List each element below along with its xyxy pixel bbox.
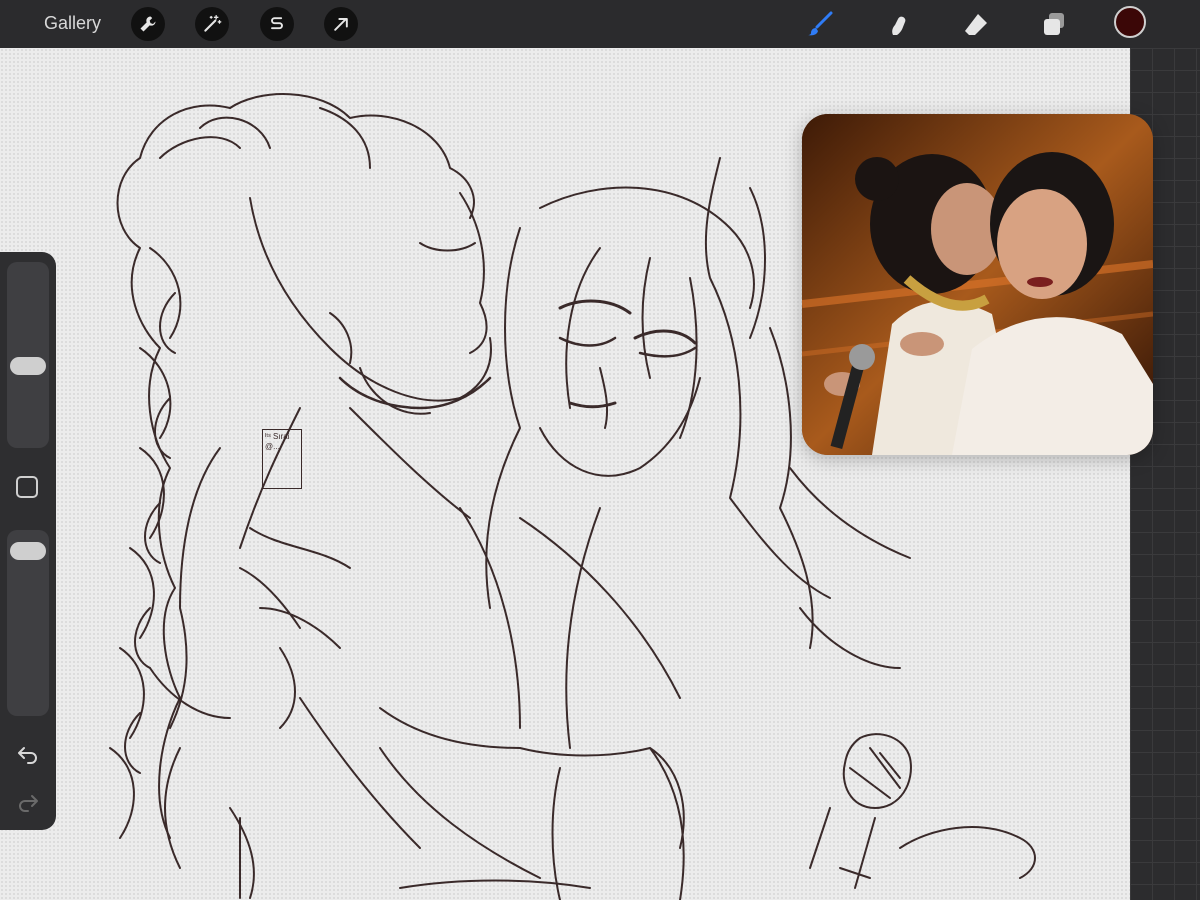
eraser-icon bbox=[965, 14, 987, 35]
gallery-button[interactable]: Gallery bbox=[44, 13, 101, 34]
undo-button[interactable] bbox=[14, 740, 42, 768]
signature-text: ᴵᵗˢ Sırai @... bbox=[265, 432, 290, 451]
brush-size-thumb[interactable] bbox=[10, 357, 46, 376]
brush-tool-button[interactable] bbox=[804, 8, 836, 40]
eraser-tool-button[interactable] bbox=[960, 8, 992, 40]
layers-icon bbox=[1044, 13, 1064, 35]
brush-size-slider[interactable] bbox=[7, 262, 49, 448]
artist-signature: ᴵᵗˢ Sırai @... bbox=[262, 429, 302, 489]
smudge-tool-button[interactable] bbox=[882, 8, 914, 40]
layers-button[interactable] bbox=[1038, 8, 1070, 40]
transform-arrow-icon bbox=[334, 18, 348, 31]
reference-photo bbox=[802, 114, 1153, 455]
left-sidebar bbox=[0, 252, 56, 830]
redo-button[interactable] bbox=[14, 788, 42, 816]
wrench-icon bbox=[140, 16, 156, 32]
top-toolbar: Gallery bbox=[0, 0, 1200, 48]
undo-icon bbox=[18, 747, 37, 764]
selection-button[interactable] bbox=[260, 7, 294, 41]
opacity-slider[interactable] bbox=[7, 530, 49, 716]
actions-button[interactable] bbox=[131, 7, 165, 41]
color-picker-button[interactable] bbox=[1114, 6, 1146, 38]
redo-icon bbox=[19, 795, 38, 812]
reference-panel[interactable] bbox=[802, 114, 1153, 455]
adjustments-button[interactable] bbox=[195, 7, 229, 41]
magic-wand-icon bbox=[204, 15, 222, 32]
brush-icon bbox=[808, 11, 833, 36]
transform-button[interactable] bbox=[324, 7, 358, 41]
modify-button[interactable] bbox=[16, 476, 38, 498]
opacity-thumb[interactable] bbox=[10, 542, 46, 560]
smudge-icon bbox=[892, 16, 906, 35]
selection-icon bbox=[271, 17, 283, 30]
